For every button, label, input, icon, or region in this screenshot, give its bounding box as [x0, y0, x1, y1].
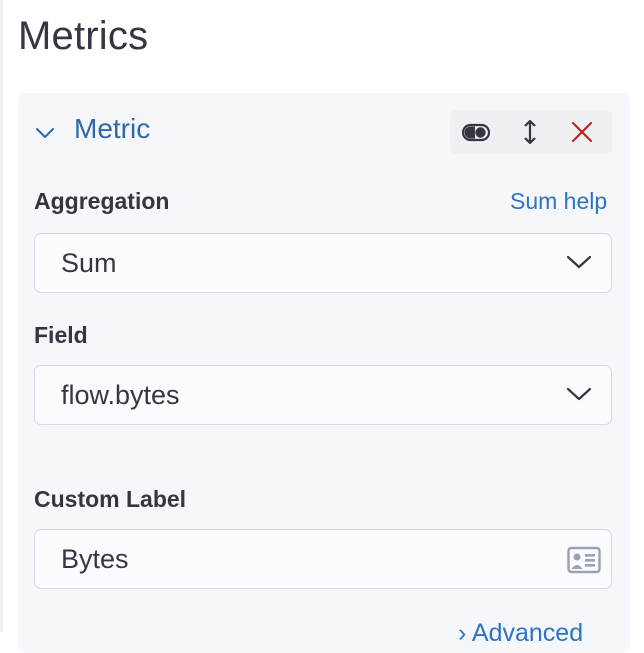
- metric-actions: [450, 110, 612, 154]
- aggregation-select[interactable]: Sum: [34, 233, 612, 293]
- field-select-value: flow.bytes: [61, 380, 180, 410]
- sum-help-link[interactable]: Sum help: [510, 188, 607, 215]
- chevron-down-icon: [566, 387, 592, 401]
- field-select[interactable]: flow.bytes: [34, 365, 612, 425]
- custom-label-input-value: Bytes: [61, 544, 129, 574]
- chevron-right-icon: ›: [458, 619, 467, 647]
- page-title: Metrics: [18, 14, 149, 58]
- aggregation-select-value: Sum: [61, 248, 117, 278]
- aggregation-label: Aggregation: [34, 188, 170, 214]
- custom-label-input[interactable]: Bytes: [34, 529, 612, 589]
- field-label: Field: [34, 322, 88, 348]
- drag-vertical-icon[interactable]: [516, 118, 544, 146]
- metric-panel: Metric Aggregation Sum help Sum Field fl…: [18, 93, 630, 653]
- custom-label-label: Custom Label: [34, 486, 187, 512]
- chevron-down-icon[interactable]: [32, 119, 58, 145]
- toggle-icon[interactable]: [462, 118, 490, 146]
- close-icon[interactable]: [568, 118, 596, 146]
- metric-accordion-title[interactable]: Metric: [74, 113, 150, 145]
- sidebar-border: [0, 0, 3, 632]
- advanced-toggle[interactable]: › Advanced: [458, 619, 583, 648]
- label-card-icon: [567, 546, 601, 574]
- chevron-down-icon: [566, 255, 592, 269]
- advanced-link-label: Advanced: [471, 619, 584, 647]
